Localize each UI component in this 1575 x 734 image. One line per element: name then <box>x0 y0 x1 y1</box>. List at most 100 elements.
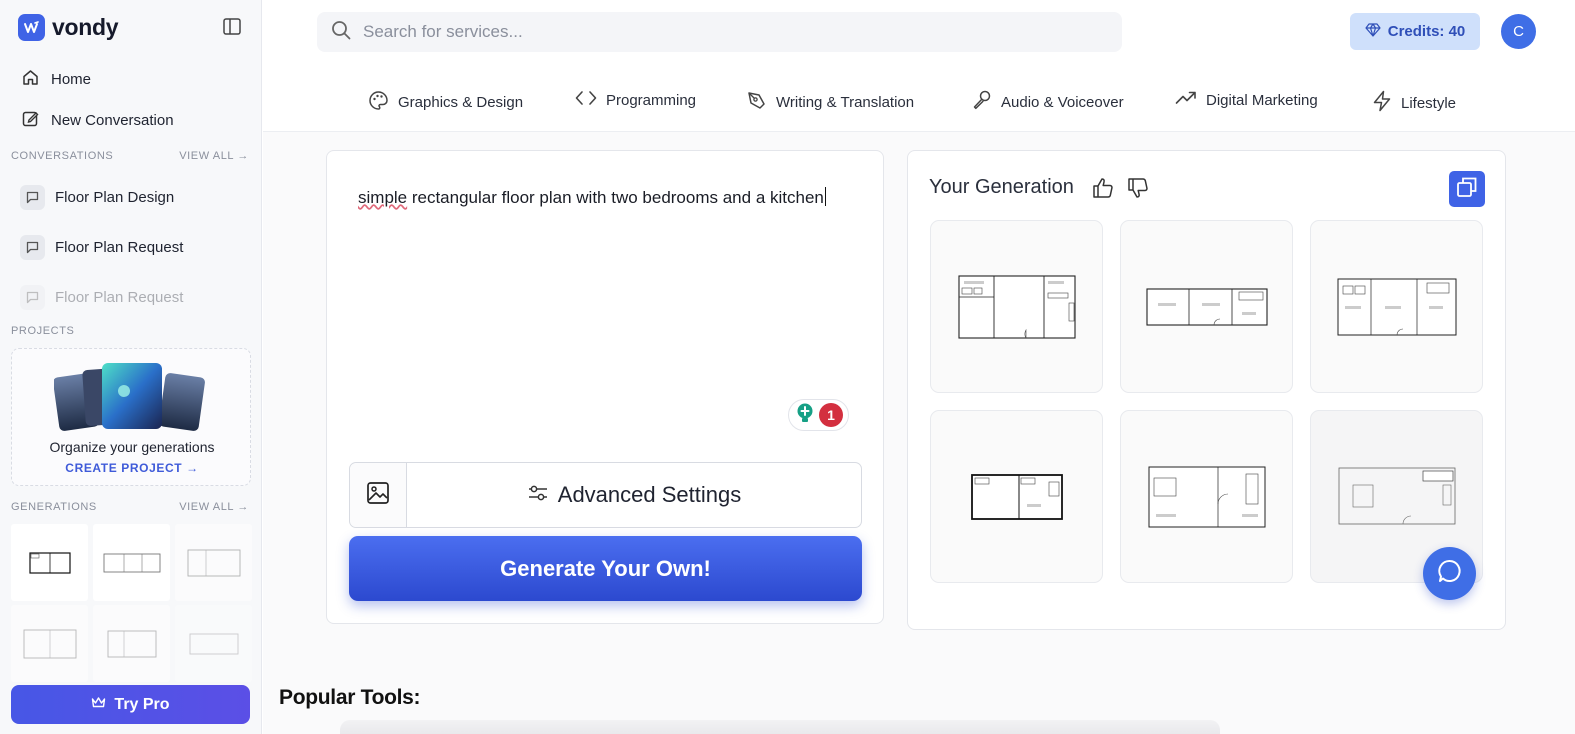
advanced-settings-label: Advanced Settings <box>557 482 742 507</box>
thumbs-down-icon[interactable] <box>1127 177 1149 204</box>
create-project-link[interactable]: CREATE PROJECT → <box>12 461 252 475</box>
create-project-card[interactable]: Organize your generations CREATE PROJECT… <box>11 348 251 486</box>
try-pro-label: Try Pro <box>114 695 170 713</box>
sidebar-item-new-conversation[interactable]: New Conversation <box>22 110 174 131</box>
create-project-label: CREATE PROJECT <box>65 461 183 475</box>
project-illustration-icon <box>54 363 205 431</box>
search-icon <box>331 20 351 45</box>
edit-icon <box>22 110 39 131</box>
popular-tools-heading: Popular Tools: <box>279 686 421 709</box>
advanced-settings-button[interactable]: Advanced Settings <box>408 463 861 527</box>
prompt-text: rectangular floor plan with two bedrooms… <box>407 188 824 207</box>
brand[interactable]: vondy <box>18 14 119 41</box>
crown-icon <box>91 696 106 714</box>
pen-icon <box>746 90 767 115</box>
category-label: Writing & Translation <box>776 94 915 111</box>
floor-plan-image <box>970 473 1063 520</box>
category-writing-translation[interactable]: Writing & Translation <box>746 90 914 115</box>
generation-tile[interactable] <box>1310 220 1483 393</box>
generation-tile[interactable] <box>930 220 1103 393</box>
sidebar: vondy Home New Conversation CONVERSATION… <box>0 0 262 734</box>
generation-title: Your Generation <box>929 176 1074 198</box>
generation-thumbnail[interactable] <box>11 605 88 682</box>
floor-plan-image <box>957 274 1076 339</box>
sliders-icon <box>528 482 548 508</box>
prompt-text-misspelled: simple <box>358 188 408 207</box>
trending-up-icon <box>1175 90 1197 110</box>
image-icon <box>366 481 390 510</box>
floor-plan-image <box>1145 287 1268 326</box>
conversation-item[interactable]: Floor Plan Design <box>20 185 174 210</box>
thumbs-up-icon[interactable] <box>1092 177 1114 204</box>
generation-thumbnail[interactable] <box>93 524 170 601</box>
chat-button[interactable] <box>1423 547 1476 600</box>
category-lifestyle[interactable]: Lifestyle <box>1372 90 1456 116</box>
category-audio-voiceover[interactable]: Audio & Voiceover <box>972 90 1124 115</box>
project-card-text: Organize your generations <box>49 439 215 455</box>
generation-panel: Your Generation <box>907 150 1506 630</box>
floor-plan-image <box>1338 467 1455 524</box>
generation-tile[interactable] <box>1120 410 1293 583</box>
chat-bubble-icon <box>20 285 45 310</box>
category-graphics-design[interactable]: Graphics & Design <box>368 90 523 115</box>
floor-plan-image <box>1148 466 1265 527</box>
conversation-item[interactable]: Floor Plan Request <box>20 235 183 260</box>
sidebar-item-label: New Conversation <box>51 112 174 129</box>
upload-image-button[interactable] <box>350 463 407 527</box>
category-label: Graphics & Design <box>398 94 524 111</box>
credits-button[interactable]: Credits: 40 <box>1350 13 1480 50</box>
grammarly-count-badge: 1 <box>819 403 843 427</box>
category-label: Audio & Voiceover <box>1001 94 1124 111</box>
projects-heading: PROJECTS <box>11 325 75 337</box>
text-caret <box>824 187 826 206</box>
generations-view-all-link[interactable]: VIEW ALL → <box>179 501 249 513</box>
floor-plan-image <box>1337 278 1456 335</box>
brand-name: vondy <box>52 14 119 40</box>
category-nav: Graphics & Design Programming Writing & … <box>263 70 1575 132</box>
generate-button[interactable]: Generate Your Own! <box>349 536 862 601</box>
sidebar-toggle-icon[interactable] <box>223 18 243 36</box>
settings-row: Advanced Settings <box>349 462 862 528</box>
conversation-title: Floor Plan Design <box>55 189 175 206</box>
generation-thumbnail[interactable] <box>93 605 170 682</box>
copy-icon <box>1456 176 1478 203</box>
try-pro-button[interactable]: Try Pro <box>11 685 250 724</box>
conversations-heading: CONVERSATIONS <box>11 150 114 162</box>
category-label: Programming <box>606 91 697 109</box>
prompt-input[interactable]: simple rectangular floor plan with two b… <box>358 187 826 208</box>
sidebar-item-label: Home <box>51 71 92 88</box>
chat-bubble-icon <box>20 185 45 210</box>
lightning-icon <box>1372 90 1392 116</box>
avatar[interactable]: C <box>1501 14 1536 49</box>
conversation-item[interactable]: Floor Plan Request <box>20 285 183 310</box>
vondy-logo-icon <box>18 14 45 41</box>
generation-thumbnail[interactable] <box>175 605 252 682</box>
app: vondy Home New Conversation CONVERSATION… <box>0 0 1575 734</box>
generation-tile[interactable] <box>1120 220 1293 393</box>
conversation-title: Floor Plan Request <box>55 239 184 256</box>
grammarly-widget[interactable]: 1 <box>788 399 849 431</box>
category-label: Digital Marketing <box>1206 91 1318 109</box>
conversations-view-all-link[interactable]: VIEW ALL → <box>179 150 249 162</box>
category-label: Lifestyle <box>1401 94 1457 112</box>
credits-label: Credits: 40 <box>1387 23 1466 40</box>
arrow-right-icon: → <box>186 461 199 475</box>
category-programming[interactable]: Programming <box>575 90 696 110</box>
diamond-icon <box>1365 22 1381 41</box>
conversation-title: Floor Plan Request <box>55 289 184 306</box>
sidebar-item-home[interactable]: Home <box>22 69 91 90</box>
category-digital-marketing[interactable]: Digital Marketing <box>1175 90 1318 110</box>
generation-tile[interactable] <box>930 410 1103 583</box>
generation-thumbnail[interactable] <box>11 524 88 601</box>
search-input[interactable] <box>363 22 1063 42</box>
search-bar[interactable] <box>317 12 1122 52</box>
popular-tools-carousel <box>340 720 1220 734</box>
microphone-icon <box>972 90 992 115</box>
palette-icon <box>368 90 389 115</box>
code-icon <box>575 90 597 110</box>
generation-thumbnail[interactable] <box>175 524 252 601</box>
prompt-card: simple rectangular floor plan with two b… <box>326 150 884 624</box>
copy-button[interactable] <box>1449 171 1485 207</box>
chat-bubble-icon <box>1437 558 1463 589</box>
home-icon <box>22 69 39 90</box>
